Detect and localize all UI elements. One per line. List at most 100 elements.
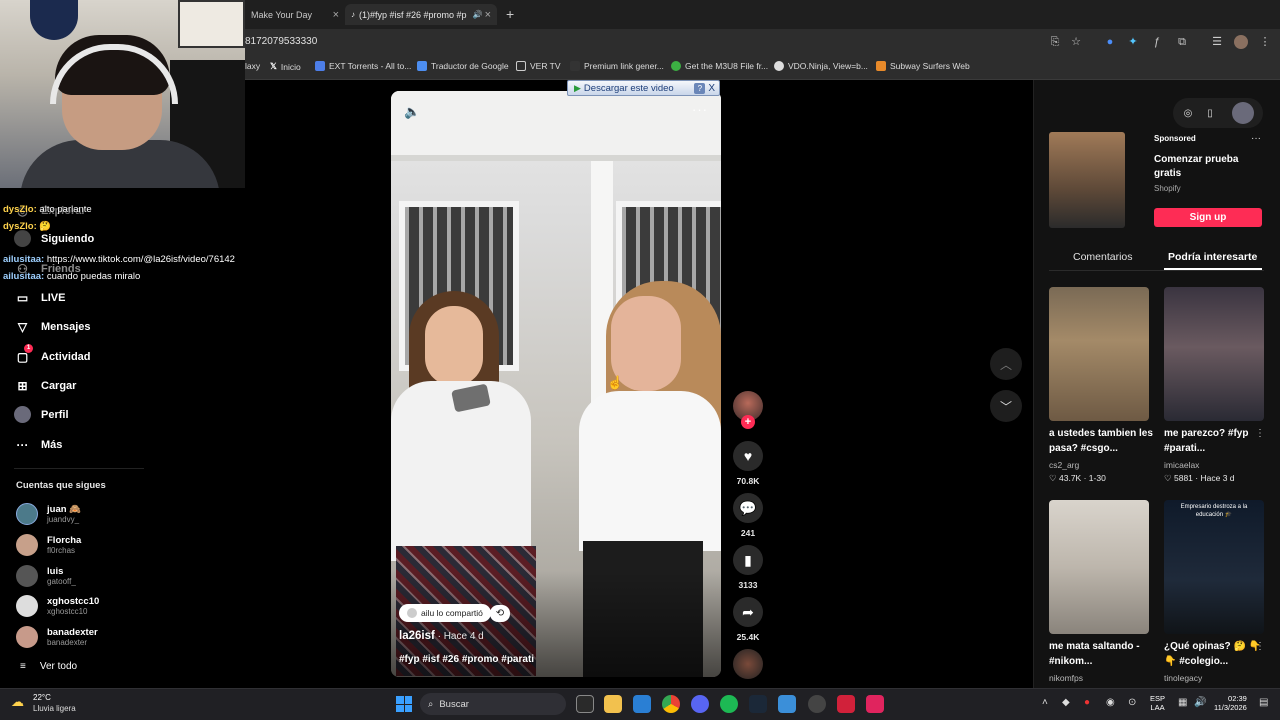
bookmark-item[interactable]: VDO.Ninja, View=b... (774, 61, 868, 71)
sidebar-item-activity[interactable]: ▢ 1 Actividad (14, 344, 91, 365)
new-tab-button[interactable]: + (506, 6, 514, 22)
user-avatar[interactable] (1232, 102, 1254, 124)
save-action[interactable]: ▮ 3133 (733, 545, 763, 590)
heart-icon[interactable]: ♥ (733, 441, 763, 471)
sidebar-item-profile[interactable]: Perfil (14, 406, 69, 423)
bookmark-item[interactable]: laxy (245, 61, 260, 71)
weather-icon[interactable]: ☁ (11, 694, 24, 710)
ad-more-icon[interactable]: ··· (1251, 133, 1261, 144)
following-account[interactable]: xghostcc10 xghostcc10 (16, 595, 99, 617)
device-icon[interactable]: ▯ (1199, 102, 1221, 124)
share-action[interactable]: ➦ 25.4K (733, 597, 763, 642)
comment-icon[interactable]: 💬 (733, 493, 763, 523)
sidebar-item-following[interactable]: Siguiendo (14, 230, 94, 247)
bookmark-icon[interactable]: ▮ (733, 545, 763, 575)
comment-action[interactable]: 💬 241 (733, 493, 763, 538)
task-view-icon[interactable] (576, 695, 594, 713)
recommended-video-author[interactable]: imicaelax (1164, 460, 1199, 470)
recommended-video-thumbnail[interactable] (1049, 500, 1149, 634)
previous-video-button[interactable]: ︿ (990, 348, 1022, 380)
recommended-video-title[interactable]: me mata saltando - #nikom... (1049, 640, 1155, 669)
extension-icon[interactable]: ● (1103, 35, 1117, 49)
bookmark-item[interactable]: Traductor de Google (417, 61, 509, 71)
like-action[interactable]: ♥ 70.8K (733, 441, 763, 486)
tab-tiktok-video[interactable]: ♪ (1)#fyp #isf #26 #promo #p 🔊 × (345, 4, 497, 25)
share-icon[interactable]: ➦ (733, 597, 763, 627)
chevron-up-icon[interactable]: ˄ (1042, 697, 1048, 708)
video-player[interactable] (391, 91, 721, 677)
taskbar-search-input[interactable]: ⌕ Buscar (420, 693, 566, 715)
ad-thumbnail[interactable] (1049, 132, 1125, 228)
install-app-icon[interactable]: ⎘ (1048, 35, 1062, 49)
sign-up-button[interactable]: Sign up (1154, 208, 1262, 227)
app-icon[interactable] (837, 695, 855, 713)
compass-icon[interactable]: ◎ (1177, 102, 1199, 124)
app-icon[interactable] (866, 695, 884, 713)
bookmark-item[interactable]: 𝕏 Inicio (270, 61, 301, 72)
ad-title[interactable]: Comenzar prueba gratis (1154, 153, 1244, 180)
video-more-icon[interactable]: ··· (692, 102, 708, 117)
app-icon[interactable] (778, 695, 796, 713)
video-author[interactable]: la26isf · Hace 4 d (399, 630, 484, 642)
volume-icon[interactable]: 🔈 (404, 104, 420, 120)
photos-icon[interactable] (633, 695, 651, 713)
sound-disc-icon[interactable] (733, 649, 763, 679)
file-explorer-icon[interactable] (604, 695, 622, 713)
see-all-link[interactable]: ≡ Ver todo (20, 661, 77, 672)
video-caption[interactable]: #fyp #isf #26 #promo #parati (399, 654, 534, 665)
recommended-video-thumbnail[interactable]: Empresario destroza a la educación 🎓 (1164, 500, 1264, 634)
sidebar-item-more[interactable]: ··· Más (14, 436, 63, 453)
recommended-video-author[interactable]: tinolegacy (1164, 673, 1202, 683)
reading-list-icon[interactable]: ☰ (1210, 35, 1224, 49)
extension-icon[interactable]: ✦ (1126, 35, 1140, 49)
repost-icon[interactable]: ⟲ (490, 605, 510, 622)
system-clock[interactable]: 02:39 11/3/2026 (1214, 694, 1247, 713)
discord-icon[interactable] (691, 695, 709, 713)
network-icon[interactable]: ▦ (1178, 697, 1187, 708)
bookmark-item[interactable]: EXT Torrents - All to... (315, 61, 411, 71)
close-icon[interactable]: X (708, 83, 715, 94)
browser-menu-icon[interactable]: ⋮ (1258, 35, 1272, 49)
spotify-icon[interactable] (720, 695, 738, 713)
tray-app-icon[interactable]: ⊙ (1128, 697, 1136, 708)
url-text[interactable]: 8172079533330 (245, 36, 317, 47)
help-icon[interactable]: ? (694, 82, 706, 94)
notifications-icon[interactable]: ▤ (1259, 697, 1268, 708)
tab-make-your-day[interactable]: Make Your Day × (245, 4, 345, 25)
sidebar-item-messages[interactable]: ▽ Mensajes (14, 318, 91, 335)
keyboard-language[interactable]: ESP LAA (1150, 694, 1165, 713)
next-video-button[interactable]: ﹀ (990, 390, 1022, 422)
tab-audio-icon[interactable]: 🔊 (473, 10, 483, 19)
following-account[interactable]: luis gatooff_ (16, 565, 76, 587)
tray-app-icon[interactable]: ◆ (1062, 697, 1070, 708)
recommended-video-thumbnail[interactable] (1164, 287, 1264, 421)
profile-avatar-icon[interactable] (1234, 35, 1248, 49)
extensions-puzzle-icon[interactable]: ⧉ (1175, 35, 1189, 49)
bookmark-item[interactable]: VER TV (516, 61, 561, 71)
recommended-video-thumbnail[interactable] (1049, 287, 1149, 421)
recommended-video-title[interactable]: a ustedes tambien les pasa? #csgo... (1049, 427, 1155, 456)
bookmark-item[interactable]: Get the M3U8 File fr... (671, 61, 768, 71)
more-icon[interactable]: ⋮ (1255, 641, 1265, 652)
recommended-video-author[interactable]: cs2_arg (1049, 460, 1079, 470)
chrome-icon[interactable] (662, 695, 680, 713)
volume-icon[interactable]: 🔊 (1194, 697, 1206, 708)
download-video-bar[interactable]: ▶ Descargar este video ? X (567, 80, 720, 96)
following-account[interactable]: Florcha fl0rchas (16, 534, 81, 556)
following-account[interactable]: banadexter banadexter (16, 626, 98, 648)
more-icon[interactable]: ⋮ (1255, 428, 1265, 439)
shared-by-chip[interactable]: ailu lo compartió (399, 604, 491, 622)
steam-icon[interactable] (749, 695, 767, 713)
following-account[interactable]: juan 🙈 juandvy_ (16, 503, 81, 525)
sidebar-item-upload[interactable]: ⊞ Cargar (14, 377, 76, 394)
tray-discord-icon[interactable]: ◉ (1106, 697, 1115, 708)
bookmark-star-icon[interactable]: ☆ (1069, 35, 1083, 49)
follow-plus-button[interactable]: + (741, 415, 755, 429)
extension-icon[interactable]: ƒ (1150, 35, 1164, 49)
tray-app-icon[interactable]: ● (1084, 697, 1090, 708)
tab-close-icon[interactable]: × (485, 9, 491, 21)
tab-recommended[interactable]: Podría interesarte (1168, 251, 1257, 263)
recommended-video-author[interactable]: nikomfps (1049, 673, 1083, 683)
sidebar-item-live[interactable]: ▭ LIVE (14, 289, 66, 306)
bookmark-item[interactable]: Premium link gener... (570, 61, 664, 71)
